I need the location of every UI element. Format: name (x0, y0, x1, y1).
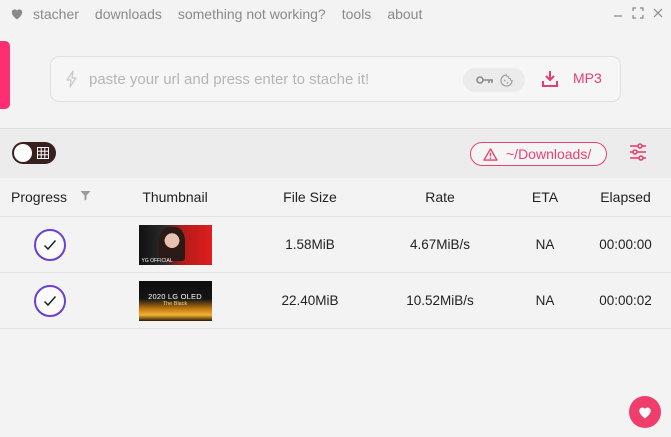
header-file-size: File Size (283, 189, 337, 205)
toolbar: ~/Downloads/ (0, 128, 671, 178)
menu-stacher[interactable]: stacher (33, 6, 79, 22)
support-button[interactable] (629, 396, 661, 428)
eta-cell: NA (535, 237, 555, 252)
progress-cell (0, 284, 100, 317)
complete-badge (34, 284, 66, 317)
rate-cell: 4.67MiB/s (409, 237, 471, 252)
elapsed-cell: 00:00:00 (599, 237, 652, 252)
sliders-icon[interactable] (629, 143, 647, 161)
url-input[interactable] (89, 70, 449, 88)
heart-icon (639, 407, 651, 419)
complete-badge (34, 228, 66, 261)
maximize-icon[interactable] (631, 6, 645, 20)
table-header: Progress Thumbnail File Size Rate ETA El… (0, 178, 671, 217)
header-progress[interactable]: Progress (0, 189, 100, 205)
view-toggle[interactable] (12, 142, 56, 164)
thumbnail-label: YG OFFICIAL (141, 257, 173, 264)
toggle-knob (14, 144, 32, 162)
downloads-table: Progress Thumbnail File Size Rate ETA El… (0, 178, 671, 329)
thumbnail-image[interactable]: 2020 LG OLED The Black (138, 280, 212, 321)
file-size-cell: 22.40MiB (281, 293, 339, 308)
key-icon (475, 76, 493, 84)
header-elapsed: Elapsed (600, 189, 651, 205)
format-button[interactable]: MP3 (573, 70, 602, 86)
filter-icon[interactable] (80, 190, 91, 201)
progress-cell (0, 228, 100, 261)
download-icon[interactable] (542, 70, 558, 87)
url-bar: MP3 (50, 56, 621, 102)
thumbnail-cell: YG OFFICIAL (100, 224, 250, 265)
table-row[interactable]: YG OFFICIAL 1.58MiB 4.67MiB/s NA 00:00:0… (0, 217, 671, 273)
download-folder-button[interactable]: ~/Downloads/ (470, 142, 607, 166)
rate-cell: 10.52MiB/s (406, 293, 474, 308)
menubar: stacher downloads something not working?… (0, 0, 671, 27)
close-icon[interactable] (651, 6, 665, 20)
thumbnail-face (158, 226, 185, 261)
file-size-cell: 1.58MiB (285, 237, 335, 252)
warning-icon (483, 147, 498, 161)
side-drawer-tab[interactable] (0, 41, 10, 109)
minimize-icon[interactable] (611, 6, 625, 20)
bolt-icon (66, 70, 77, 88)
auth-options-pill[interactable] (463, 68, 525, 92)
check-icon (43, 239, 57, 250)
download-path: ~/Downloads/ (506, 146, 592, 162)
menu-about[interactable]: about (387, 6, 422, 22)
heart-icon (11, 9, 23, 20)
menu-downloads[interactable]: downloads (95, 6, 162, 22)
header-thumbnail: Thumbnail (142, 189, 208, 205)
check-icon (43, 295, 57, 306)
cookie-icon (499, 73, 513, 87)
grid-icon (37, 147, 49, 159)
menu-something-not-working[interactable]: something not working? (178, 6, 326, 22)
header-rate: Rate (425, 189, 455, 205)
thumbnail-cell: 2020 LG OLED The Black (100, 280, 250, 321)
table-row[interactable]: 2020 LG OLED The Black 22.40MiB 10.52MiB… (0, 273, 671, 329)
thumbnail-title: 2020 LG OLED (148, 291, 202, 301)
thumbnail-image[interactable]: YG OFFICIAL (138, 224, 212, 265)
menu-tools[interactable]: tools (342, 6, 372, 22)
window-controls (611, 6, 665, 20)
elapsed-cell: 00:00:02 (599, 293, 652, 308)
eta-cell: NA (535, 293, 555, 308)
header-eta: ETA (531, 189, 559, 205)
thumbnail-subtitle: The Black (162, 300, 188, 307)
